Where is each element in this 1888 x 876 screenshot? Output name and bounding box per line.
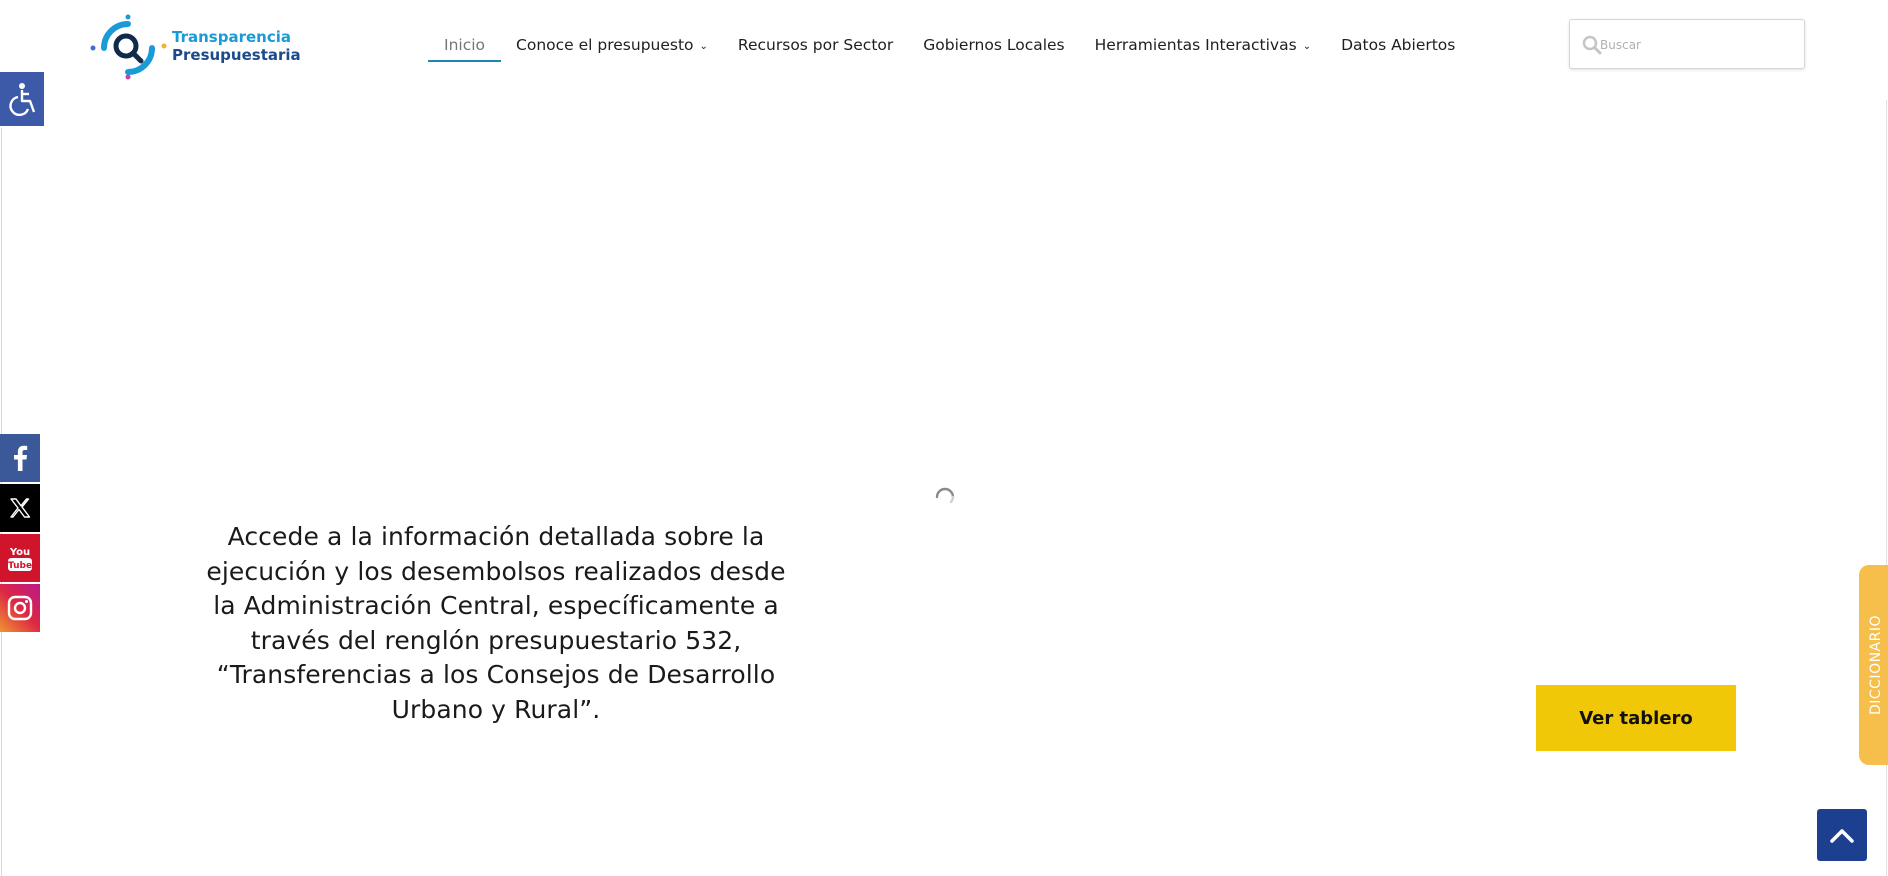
search-box: [1569, 19, 1805, 69]
accessibility-button[interactable]: [0, 72, 44, 126]
instagram-icon: [7, 595, 33, 621]
nav-item-herramientas-interactivas[interactable]: Herramientas Interactivas ⌄: [1095, 30, 1311, 60]
logo-text: Transparencia Presupuestaria: [172, 28, 301, 64]
nav-item-label: Herramientas Interactivas: [1094, 36, 1297, 54]
nav-item-datos-abiertos[interactable]: Datos Abiertos: [1341, 30, 1455, 60]
intro-text: Accede a la información detallada sobre …: [206, 522, 786, 724]
site-logo[interactable]: Transparencia Presupuestaria: [90, 12, 301, 80]
nav-item-label: Datos Abiertos: [1341, 36, 1456, 54]
logo-line-2: Presupuestaria: [172, 46, 301, 64]
nav-item-recursos-por-sector[interactable]: Recursos por Sector: [738, 30, 893, 60]
chevron-down-icon: ⌄: [1302, 40, 1312, 52]
logo-line-1: Transparencia: [172, 28, 291, 46]
x-icon: [10, 498, 31, 518]
main-nav: Inicio Conoce el presupuesto ⌄ Recursos …: [428, 30, 1485, 62]
facebook-icon: [14, 445, 28, 471]
instagram-link[interactable]: [0, 584, 40, 632]
nav-item-gobiernos-locales[interactable]: Gobiernos Locales: [923, 30, 1064, 60]
nav-item-label: Gobiernos Locales: [923, 36, 1065, 54]
svg-text:Tube: Tube: [8, 561, 32, 571]
youtube-icon: You Tube: [8, 547, 32, 571]
chevron-down-icon: ⌄: [699, 40, 708, 52]
wheelchair-icon: [9, 83, 36, 116]
dictionary-tab[interactable]: DICCIONARIO: [1859, 565, 1888, 765]
x-link[interactable]: [0, 484, 40, 532]
chevron-up-icon: [1830, 829, 1854, 843]
back-to-top-button[interactable]: [1817, 809, 1867, 861]
nav-item-label: Conoce el presupuesto: [516, 36, 694, 54]
youtube-link[interactable]: You Tube: [0, 534, 40, 582]
nav-item-conoce-el-presupuesto[interactable]: Conoce el presupuesto ⌄: [516, 30, 708, 60]
loading-spinner-icon: [935, 487, 955, 504]
dictionary-tab-label: DICCIONARIO: [1868, 614, 1884, 716]
site-header: Transparencia Presupuestaria Inicio Cono…: [0, 0, 1888, 90]
nav-item-label: Inicio: [444, 36, 486, 54]
nav-item-label: Recursos por Sector: [737, 36, 894, 54]
search-icon: [1582, 35, 1602, 55]
logo-magnifier-icon: [90, 12, 168, 80]
nav-item-inicio[interactable]: Inicio: [428, 30, 502, 62]
svg-text:You: You: [9, 547, 30, 558]
facebook-link[interactable]: [0, 434, 40, 482]
search-input[interactable]: [1600, 34, 1795, 56]
ver-tablero-button[interactable]: Ver tablero: [1536, 685, 1736, 751]
